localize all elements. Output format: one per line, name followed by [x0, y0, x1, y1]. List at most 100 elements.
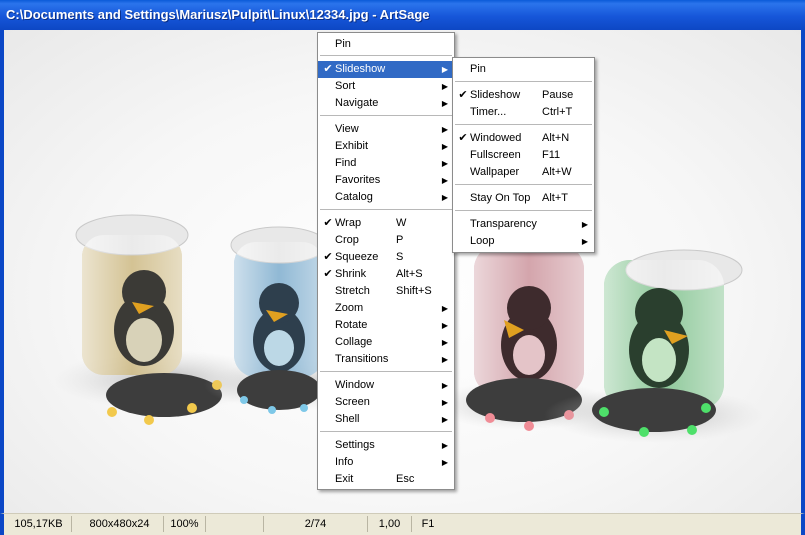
submenu-arrow-icon: ▶	[441, 398, 448, 407]
sub-item-shortcut: Alt+W	[542, 166, 572, 178]
main-item-settings[interactable]: Settings ▶	[318, 437, 454, 454]
main-item-shortcut: W	[396, 217, 407, 229]
sub-item-shortcut: F11	[542, 149, 561, 161]
submenu-arrow-icon: ▶	[441, 82, 448, 91]
submenu-arrow-icon: ▶	[441, 65, 448, 74]
sub-item-stay-on-top[interactable]: Stay On Top Alt+T	[453, 190, 594, 207]
check-icon: ✔	[458, 132, 468, 144]
main-item-wrap[interactable]: ✔ Wrap W	[318, 215, 454, 232]
submenu-arrow-icon: ▶	[441, 441, 448, 450]
main-item-label: Window	[335, 379, 375, 391]
submenu-arrow-icon: ▶	[441, 355, 448, 364]
main-item-slideshow[interactable]: ✔ Slideshow ▶	[318, 61, 454, 78]
context-menu: Pin ✔ Slideshow ▶ Sort ▶ Navigate ▶ View ▶ Exhibit…	[317, 32, 455, 490]
submenu-arrow-icon: ▶	[441, 321, 448, 330]
sub-item-wallpaper[interactable]: Wallpaper Alt+W	[453, 164, 594, 181]
main-item-label: View	[335, 123, 359, 135]
title-bar[interactable]: C:\Documents and Settings\Mariusz\Pulpit…	[0, 0, 805, 30]
check-icon: ✔	[323, 251, 333, 263]
main-item-label: Slideshow	[335, 63, 386, 75]
check-icon: ✔	[323, 63, 333, 75]
status-file-size: 105,17KB	[6, 516, 72, 532]
check-icon: ✔	[323, 217, 333, 229]
main-item-navigate[interactable]: Navigate ▶	[318, 95, 454, 112]
main-item-label: Navigate	[335, 97, 379, 109]
sub-item-label: Pin	[470, 63, 486, 75]
submenu-arrow-icon: ▶	[581, 237, 588, 246]
main-item-info[interactable]: Info ▶	[318, 454, 454, 471]
sub-item-shortcut: Pause	[542, 89, 574, 101]
main-item-label: Shrink	[335, 268, 367, 280]
slideshow-submenu: Pin ✔ Slideshow Pause Timer... Ctrl+T ✔ Windowe…	[452, 57, 595, 253]
main-item-zoom[interactable]: Zoom ▶	[318, 300, 454, 317]
main-item-label: Squeeze	[335, 251, 379, 263]
check-icon: ✔	[323, 268, 333, 280]
main-item-label: Favorites	[335, 174, 381, 186]
sub-item-windowed[interactable]: ✔ Windowed Alt+N	[453, 130, 594, 147]
menu-separator	[320, 371, 452, 372]
main-item-collage[interactable]: Collage ▶	[318, 334, 454, 351]
sub-item-label: Fullscreen	[470, 149, 521, 161]
main-item-label: Exit	[335, 473, 354, 485]
main-item-label: Pin	[335, 38, 351, 50]
status-help-key: F1	[421, 518, 435, 530]
sub-item-transparency[interactable]: Transparency ▶	[453, 216, 594, 233]
submenu-arrow-icon: ▶	[441, 381, 448, 390]
main-item-shortcut: Esc	[396, 473, 415, 485]
main-item-label: Zoom	[335, 302, 364, 314]
submenu-arrow-icon: ▶	[441, 99, 448, 108]
main-item-squeeze[interactable]: ✔ Squeeze S	[318, 249, 454, 266]
sub-item-label: Stay On Top	[470, 192, 531, 204]
sub-item-pin[interactable]: Pin	[453, 61, 594, 78]
main-item-label: Info	[335, 456, 354, 468]
submenu-arrow-icon: ▶	[441, 193, 448, 202]
status-spacer	[206, 516, 264, 532]
main-item-exhibit[interactable]: Exhibit ▶	[318, 138, 454, 155]
main-item-exit[interactable]: Exit Esc	[318, 471, 454, 488]
main-item-label: Shell	[335, 413, 360, 425]
main-item-label: Exhibit	[335, 140, 369, 152]
submenu-arrow-icon: ▶	[441, 159, 448, 168]
sub-item-fullscreen[interactable]: Fullscreen F11	[453, 147, 594, 164]
submenu-arrow-icon: ▶	[441, 304, 448, 313]
menu-separator	[320, 431, 452, 432]
main-item-shortcut: Shift+S	[396, 285, 432, 297]
submenu-arrow-icon: ▶	[581, 220, 588, 229]
sub-item-label: Timer...	[470, 106, 507, 118]
submenu-arrow-icon: ▶	[441, 415, 448, 424]
main-item-label: Sort	[335, 80, 356, 92]
main-item-sort[interactable]: Sort ▶	[318, 78, 454, 95]
main-item-crop[interactable]: Crop P	[318, 232, 454, 249]
main-item-label: Screen	[335, 396, 370, 408]
submenu-arrow-icon: ▶	[441, 176, 448, 185]
main-item-shell[interactable]: Shell ▶	[318, 411, 454, 428]
submenu-arrow-icon: ▶	[441, 458, 448, 467]
sub-item-timer[interactable]: Timer... Ctrl+T	[453, 104, 594, 121]
check-icon: ✔	[458, 89, 468, 101]
main-item-find[interactable]: Find ▶	[318, 155, 454, 172]
main-item-catalog[interactable]: Catalog ▶	[318, 189, 454, 206]
sub-item-label: Windowed	[470, 132, 522, 144]
menu-separator	[455, 210, 592, 211]
main-item-label: Transitions	[335, 353, 389, 365]
main-item-rotate[interactable]: Rotate ▶	[318, 317, 454, 334]
main-item-label: Wrap	[335, 217, 362, 229]
submenu-arrow-icon: ▶	[441, 125, 448, 134]
main-item-view[interactable]: View ▶	[318, 121, 454, 138]
status-zoom: 100%	[164, 516, 206, 532]
window-title: C:\Documents and Settings\Mariusz\Pulpit…	[6, 7, 430, 22]
main-item-shrink[interactable]: ✔ Shrink Alt+S	[318, 266, 454, 283]
sub-item-shortcut: Alt+T	[542, 192, 568, 204]
main-item-window[interactable]: Window ▶	[318, 377, 454, 394]
status-ratio: 1,00	[368, 516, 412, 532]
sub-item-loop[interactable]: Loop ▶	[453, 233, 594, 250]
main-item-screen[interactable]: Screen ▶	[318, 394, 454, 411]
sub-item-slideshow[interactable]: ✔ Slideshow Pause	[453, 87, 594, 104]
main-item-favorites[interactable]: Favorites ▶	[318, 172, 454, 189]
status-bar: 105,17KB 800x480x24 100% 2/74 1,00 F1	[0, 513, 805, 535]
main-item-shortcut: Alt+S	[396, 268, 423, 280]
main-item-stretch[interactable]: Stretch Shift+S	[318, 283, 454, 300]
main-item-pin[interactable]: Pin	[318, 36, 454, 53]
main-item-transitions[interactable]: Transitions ▶	[318, 351, 454, 368]
submenu-arrow-icon: ▶	[441, 338, 448, 347]
